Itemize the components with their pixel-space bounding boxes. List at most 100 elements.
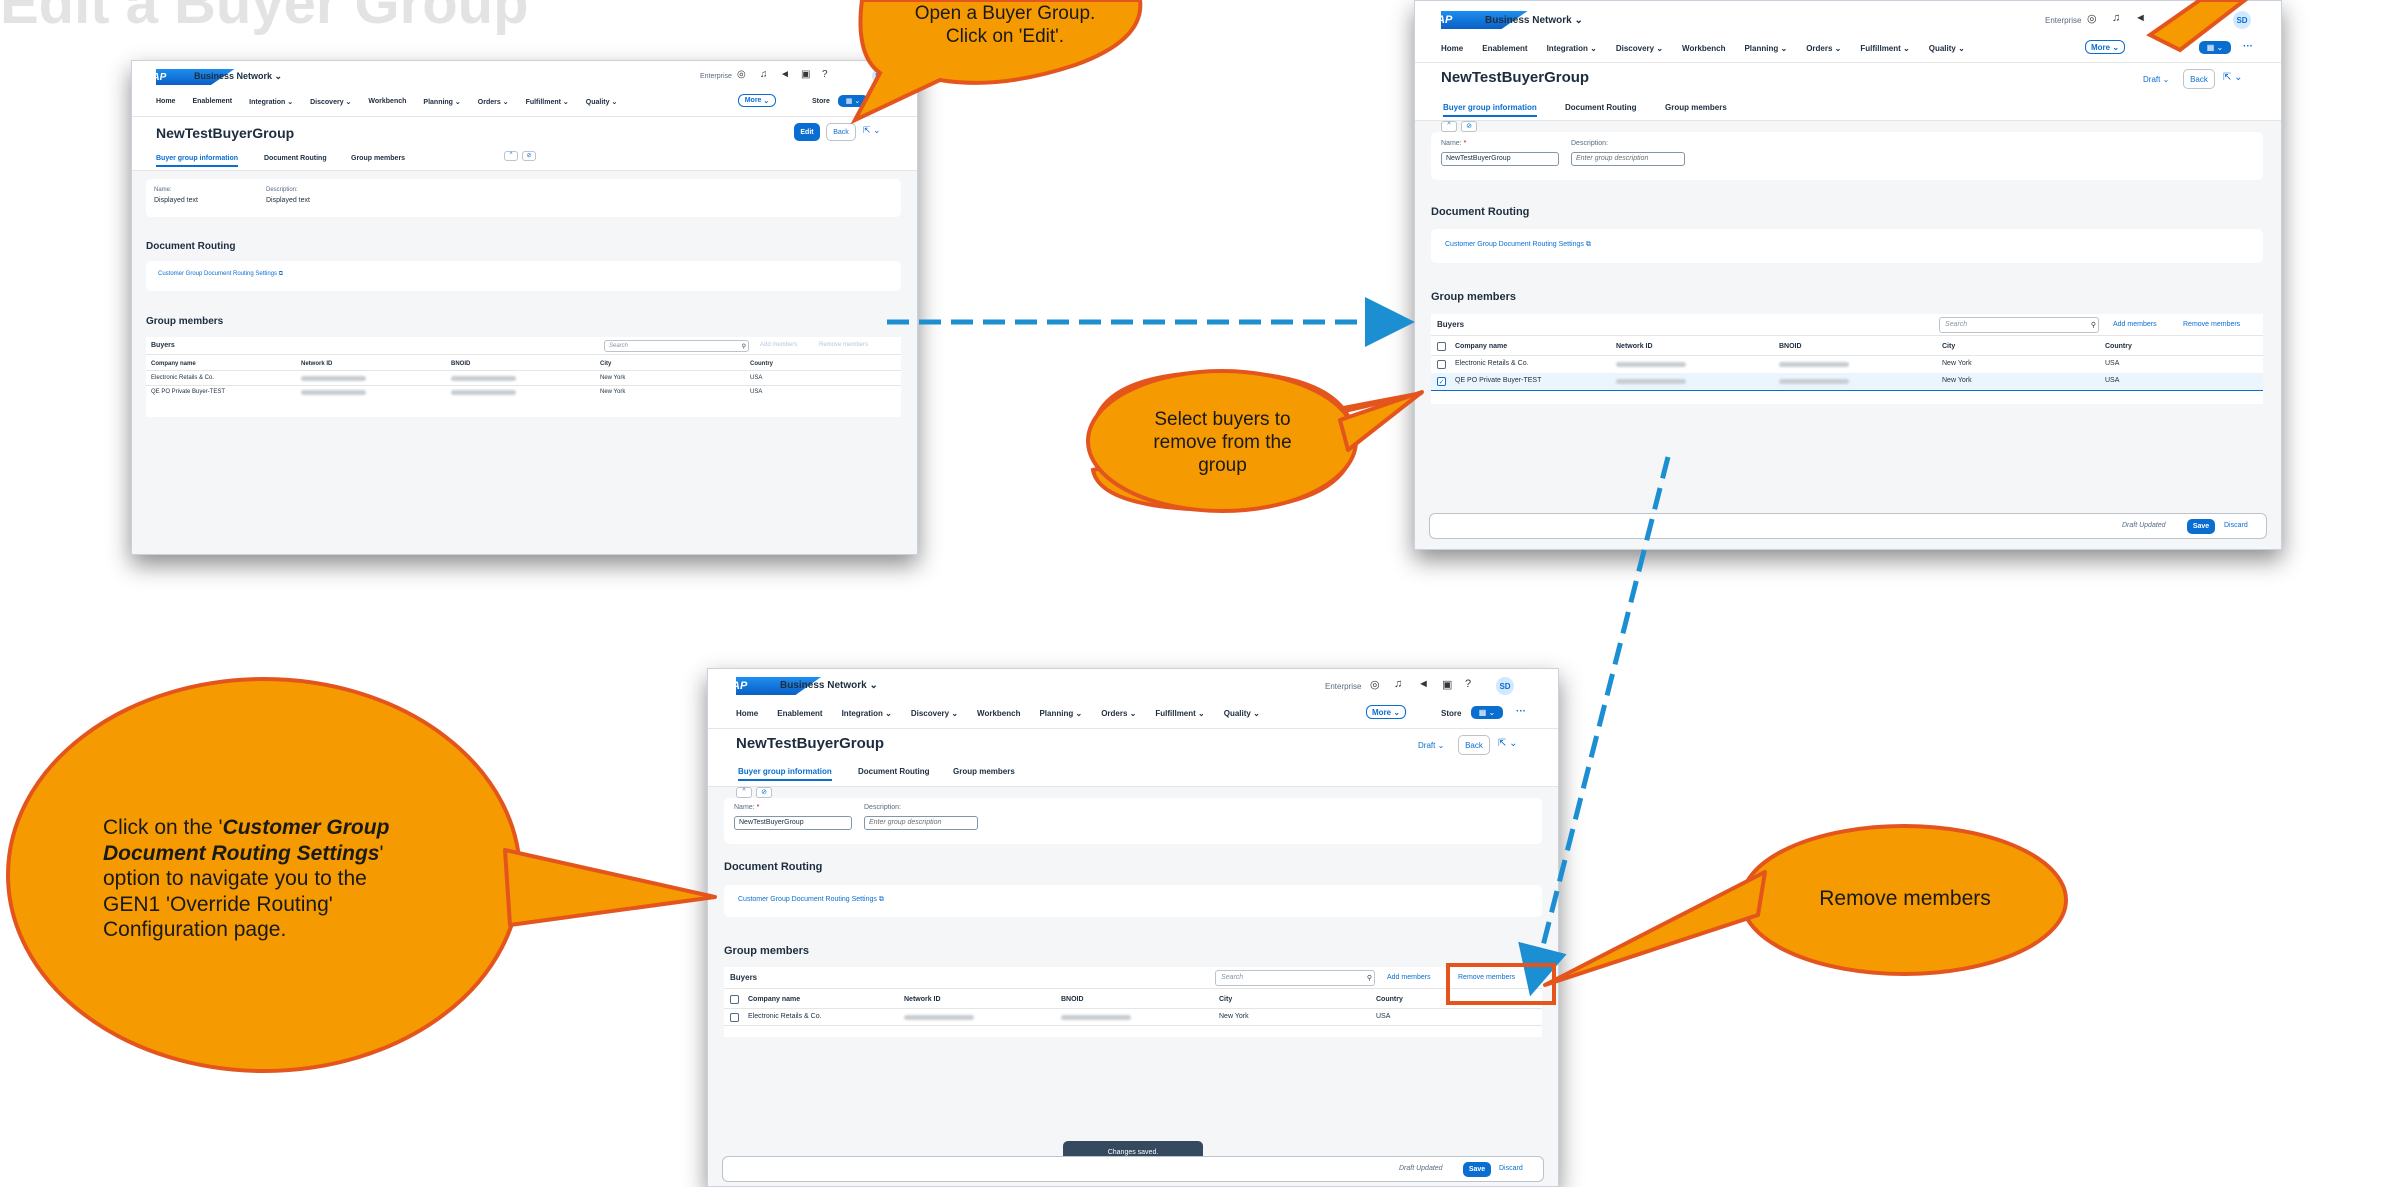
avatar[interactable]: SD [2233,11,2251,29]
tab-buyer-group-information[interactable]: Buyer group information [738,767,832,781]
back-button[interactable]: Back [826,123,856,141]
collapse-header-icon[interactable]: ^ [1441,121,1457,132]
col-country[interactable]: Country [1376,996,1403,1003]
col-network-id[interactable]: Network ID [301,361,332,367]
overflow-icon[interactable]: ··· [1516,706,1526,717]
collapse-header-icon[interactable]: ^ [736,787,752,798]
tab-document-routing[interactable]: Document Routing [1565,103,1637,112]
nav-orders[interactable]: Orders ⌄ [1101,709,1136,718]
nav-quality[interactable]: Quality ⌄ [1929,44,1965,53]
remove-members-button[interactable]: Remove members [2183,321,2240,328]
col-network-id[interactable]: Network ID [1616,343,1653,350]
tab-buyer-group-information[interactable]: Buyer group information [1443,103,1537,117]
nav-fulfillment[interactable]: Fulfillment ⌄ [526,98,569,106]
routing-settings-link[interactable]: Customer Group Document Routing Settings… [1445,241,1591,249]
pin-header-icon[interactable]: ⊘ [1461,121,1477,132]
routing-settings-link[interactable]: Customer Group Document Routing Settings… [738,896,884,904]
row2-checkbox[interactable]: ✓ [1437,377,1446,386]
megaphone-icon[interactable]: ◄ [2135,12,2146,24]
back-button[interactable]: Back [1458,735,1490,755]
nav-discovery[interactable]: Discovery ⌄ [911,709,958,718]
nav-quality[interactable]: Quality ⌄ [586,98,618,106]
lightbulb-icon[interactable]: ◎ [1370,678,1380,691]
nav-workbench[interactable]: Workbench [368,98,406,106]
col-company-name[interactable]: Company name [1455,343,1507,350]
pin-header-icon[interactable]: ⊘ [522,151,536,161]
brand-menu[interactable]: Business Network ⌄ [1485,15,1583,26]
nav-enablement[interactable]: Enablement [192,98,232,106]
lightbulb-icon[interactable]: ◎ [737,69,746,80]
megaphone-icon[interactable]: ◄ [1418,678,1429,690]
col-city[interactable]: City [1942,343,1955,350]
share-icon[interactable]: ⇱ ⌄ [1498,738,1518,749]
nav-fulfillment[interactable]: Fulfillment ⌄ [1155,709,1204,718]
avatar[interactable]: SD [872,68,888,84]
share-icon[interactable]: ⇱ ⌄ [2223,72,2243,83]
col-country[interactable]: Country [2105,343,2132,350]
row1-checkbox[interactable] [730,1013,739,1022]
share-icon[interactable]: ⇱ ⌄ [863,125,881,136]
tab-group-members[interactable]: Group members [1665,103,1727,112]
nav-workbench[interactable]: Workbench [977,709,1020,718]
col-country[interactable]: Country [750,361,773,367]
description-input[interactable]: Enter group description [1571,152,1685,166]
col-bnoid[interactable]: BNOID [451,361,470,367]
nav-enablement[interactable]: Enablement [1482,44,1527,53]
nav-planning[interactable]: Planning ⌄ [423,98,460,106]
nav-home[interactable]: Home [1441,44,1463,53]
add-members-button[interactable]: Add members [1387,974,1431,981]
tab-document-routing[interactable]: Document Routing [264,155,327,162]
add-members-button[interactable]: Add members [760,342,797,348]
bell-icon[interactable]: ♫ [1394,678,1402,690]
store-menu-button[interactable]: ▦ ⌄ [838,95,868,107]
search-input[interactable]: Search ⚲ [1215,970,1375,986]
discard-button[interactable]: Discard [1499,1165,1523,1172]
save-button[interactable]: Save [2187,519,2215,534]
search-icon[interactable]: ⚲ [2091,321,2096,329]
bell-icon[interactable]: ♫ [2112,12,2120,24]
col-company-name[interactable]: Company name [748,996,800,1003]
help-icon[interactable]: ? [1465,678,1471,690]
nav-orders[interactable]: Orders ⌄ [478,98,509,106]
col-company-name[interactable]: Company name [151,361,196,367]
store-menu-button[interactable]: ▦ ⌄ [2199,41,2231,54]
routing-settings-link[interactable]: Customer Group Document Routing Settings… [158,271,283,278]
overflow-icon[interactable]: ··· [2243,41,2253,52]
pin-header-icon[interactable]: ⊘ [756,787,772,798]
megaphone-icon[interactable]: ◄ [780,69,790,80]
add-members-button[interactable]: Add members [2113,321,2157,328]
nav-workbench[interactable]: Workbench [1682,44,1725,53]
nav-planning[interactable]: Planning ⌄ [1039,709,1082,718]
collapse-header-icon[interactable]: ^ [504,151,518,161]
select-all-checkbox[interactable] [730,995,739,1004]
tab-group-members[interactable]: Group members [953,767,1015,776]
help-icon[interactable]: ? [822,69,828,80]
store-label[interactable]: Store [1441,709,1461,718]
chat-icon[interactable]: ▣ [1442,678,1452,691]
row1-checkbox[interactable] [1437,360,1446,369]
bell-icon[interactable]: ♫ [760,69,768,80]
more-button[interactable]: More ⌄ [738,94,776,107]
nav-orders[interactable]: Orders ⌄ [1806,44,1841,53]
tab-buyer-group-information[interactable]: Buyer group information [156,155,239,167]
col-city[interactable]: City [600,361,611,367]
nav-integration[interactable]: Integration ⌄ [842,709,892,718]
edit-button[interactable]: Edit [794,123,820,141]
nav-home[interactable]: Home [156,98,175,106]
nav-fulfillment[interactable]: Fulfillment ⌄ [1860,44,1909,53]
discard-button[interactable]: Discard [2224,522,2248,529]
draft-menu[interactable]: Draft ⌄ [2143,75,2169,84]
tab-document-routing[interactable]: Document Routing [858,767,930,776]
search-icon[interactable]: ⚲ [742,343,746,350]
description-input[interactable]: Enter group description [864,816,978,830]
select-all-checkbox[interactable] [1437,342,1446,351]
avatar[interactable]: SD [1496,677,1514,695]
chat-icon[interactable]: ▣ [801,69,810,80]
tab-group-members[interactable]: Group members [351,155,405,162]
save-button[interactable]: Save [1463,1162,1491,1177]
lightbulb-icon[interactable]: ◎ [2087,12,2097,25]
name-input[interactable]: NewTestBuyerGroup [1441,152,1559,166]
back-button[interactable]: Back [2183,69,2215,89]
brand-menu[interactable]: Business Network ⌄ [194,71,282,82]
more-button[interactable]: More ⌄ [2085,40,2125,54]
